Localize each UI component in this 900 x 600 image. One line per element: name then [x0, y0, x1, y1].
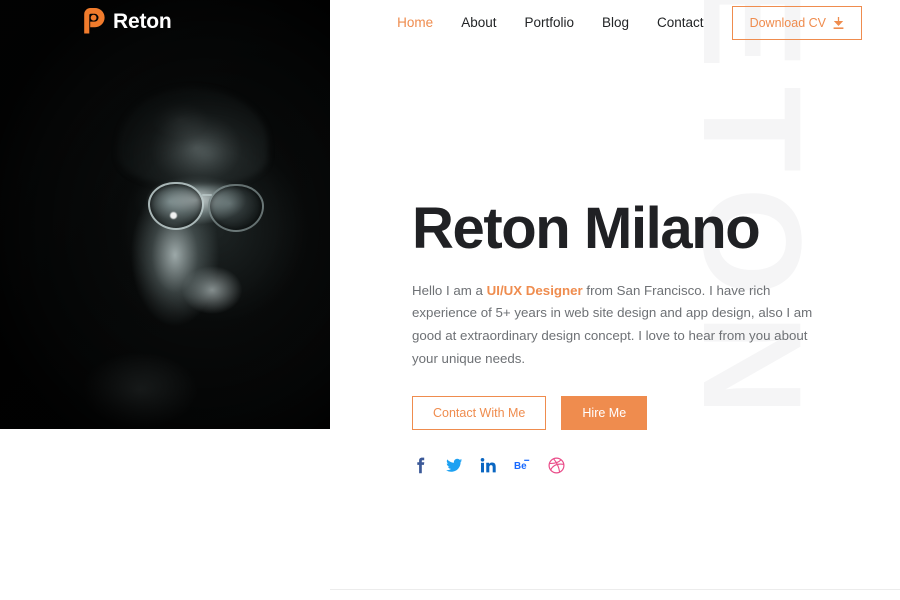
main-navigation: Home About Portfolio Blog Contact Downlo… [383, 6, 862, 40]
download-cv-button[interactable]: Download CV [731, 6, 862, 40]
social-links: Be [412, 457, 852, 474]
hero-page: RETON Reton Home About Portfolio Blog Co… [0, 0, 900, 600]
nav-item-contact[interactable]: Contact [643, 8, 718, 38]
hero-description-accent: UI/UX Designer [486, 282, 583, 298]
nav-item-home[interactable]: Home [383, 8, 447, 38]
portrait-image-panel [0, 0, 330, 429]
nav-item-about[interactable]: About [447, 8, 510, 38]
hero-section: Reton Milano Hello I am a UI/UX Designer… [412, 196, 852, 474]
glasses-left-lens [148, 182, 204, 230]
nav-item-portfolio[interactable]: Portfolio [510, 8, 588, 38]
hero-action-buttons: Contact With Me Hire Me [412, 396, 852, 431]
nav-item-blog[interactable]: Blog [588, 8, 643, 38]
facebook-icon[interactable] [412, 457, 429, 474]
twitter-icon[interactable] [446, 457, 463, 474]
bottom-divider [330, 589, 900, 590]
hire-me-button[interactable]: Hire Me [561, 396, 648, 431]
brand-logo-text: Reton [113, 9, 172, 33]
lens-glint [170, 212, 177, 219]
hero-description-before: Hello I am a [412, 282, 487, 298]
brand-logo[interactable]: Reton [81, 8, 172, 34]
linkedin-icon[interactable] [480, 457, 497, 474]
glasses-right-lens [208, 184, 264, 232]
reton-p-mark-icon [84, 8, 105, 34]
download-cv-label: Download CV [749, 16, 826, 30]
hero-description: Hello I am a UI/UX Designer from San Fra… [412, 280, 830, 371]
dribbble-icon[interactable] [548, 457, 565, 474]
behance-icon[interactable]: Be [514, 457, 531, 474]
page-title: Reton Milano [412, 196, 761, 261]
contact-with-me-button[interactable]: Contact With Me [412, 396, 547, 431]
portrait-glasses [140, 180, 280, 232]
download-icon [833, 16, 844, 29]
svg-text:Be: Be [514, 461, 527, 472]
